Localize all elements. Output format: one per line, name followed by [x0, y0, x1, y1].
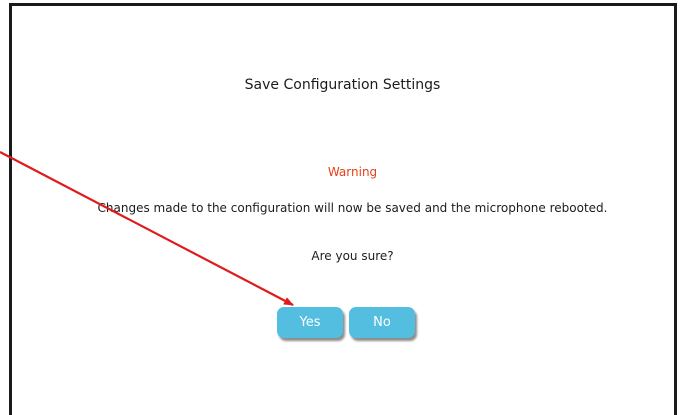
yes-button[interactable]: Yes: [277, 307, 343, 338]
warning-label: Warning: [327, 165, 378, 179]
dialog-title: Save Configuration Settings: [244, 77, 441, 93]
no-button[interactable]: No: [349, 307, 415, 338]
warning-message: Changes made to the configuration will n…: [97, 201, 608, 215]
confirmation-question: Are you sure?: [311, 249, 394, 263]
